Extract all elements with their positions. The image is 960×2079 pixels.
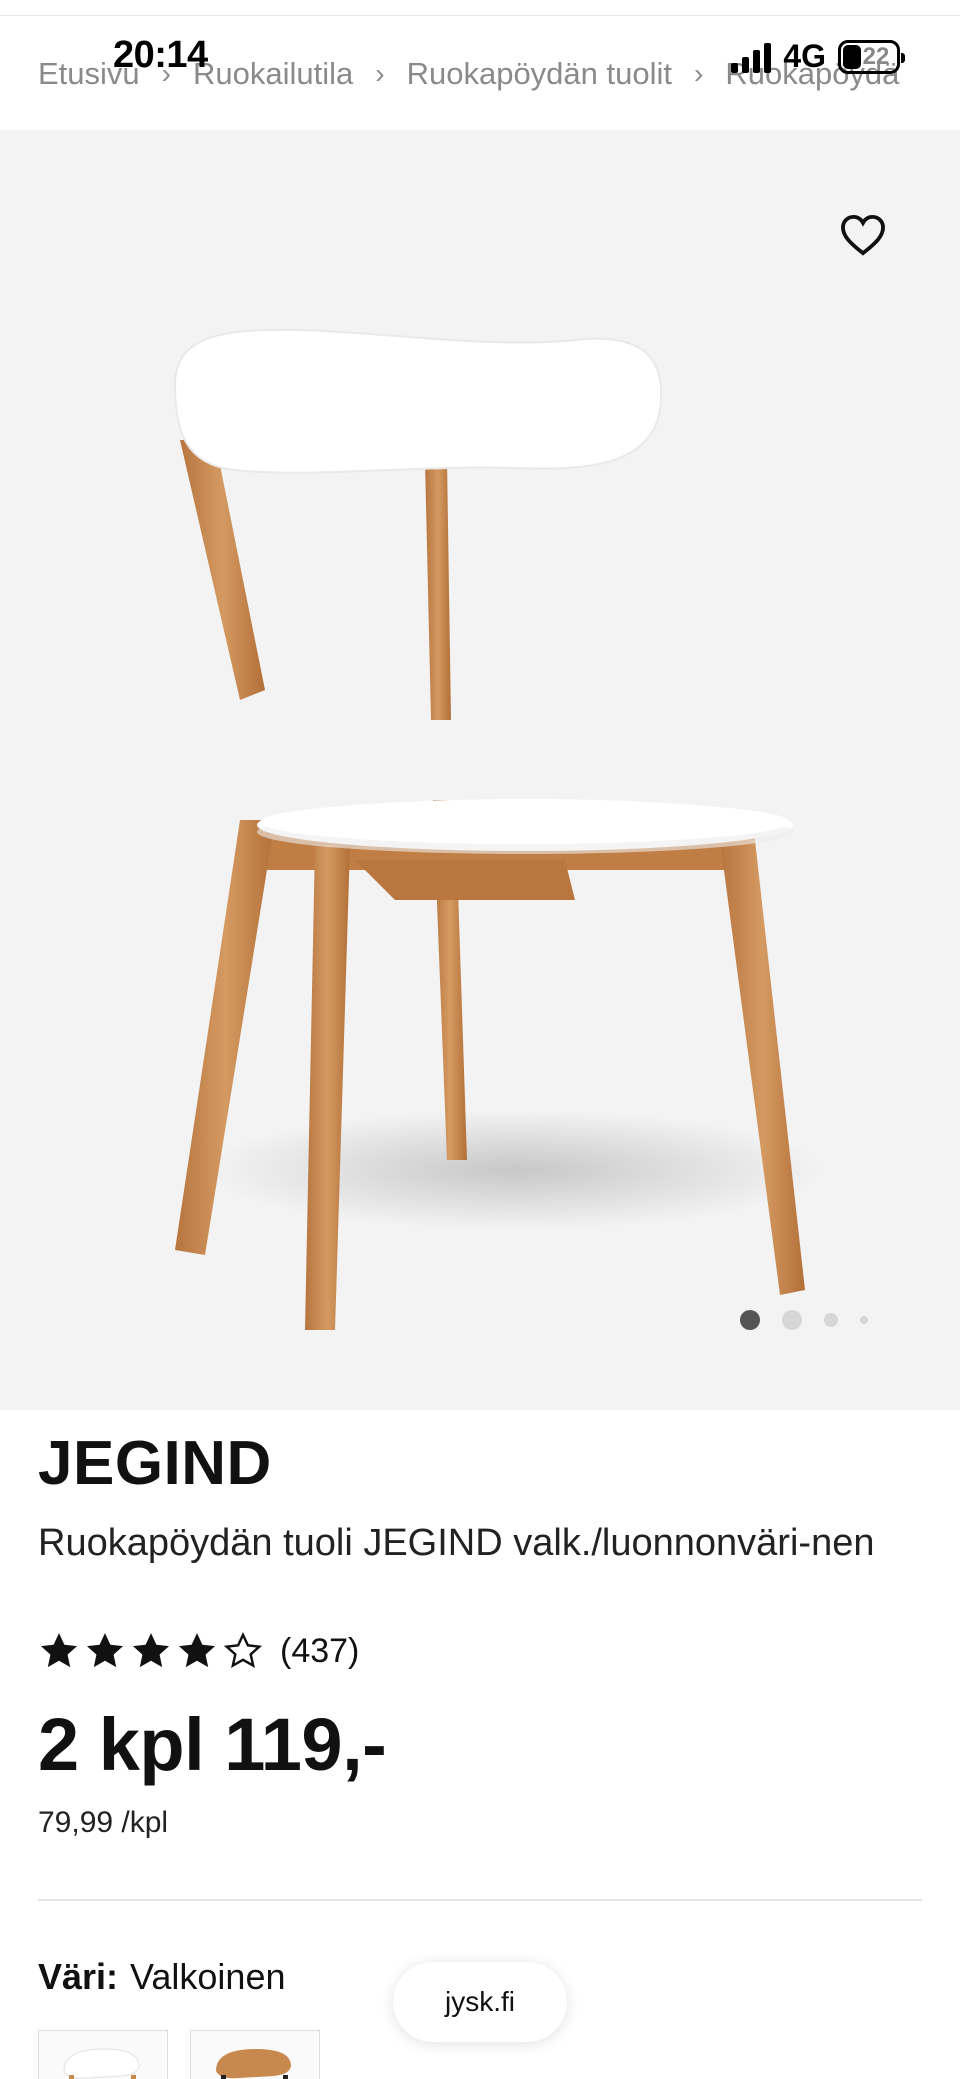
section-divider [38, 1899, 922, 1901]
chair-thumbnail-oak [216, 2049, 291, 2079]
gallery-dot[interactable] [824, 1313, 838, 1327]
star-filled-icon [86, 1633, 124, 1668]
heart-icon [841, 214, 885, 256]
product-name: Ruokapöydän tuoli JEGIND valk./luonnonvä… [38, 1522, 875, 1564]
chevron-right-icon: › [161, 58, 171, 89]
chevron-right-icon: › [694, 58, 704, 89]
breadcrumb: Etusivu › Ruokailutila › Ruokapöydän tuo… [38, 52, 960, 96]
star-filled-icon [132, 1633, 170, 1668]
product-brand: JEGIND [38, 1429, 272, 1498]
breadcrumb-home[interactable]: Etusivu [38, 56, 140, 92]
browser-url-bar[interactable]: jysk.fi [393, 1962, 567, 2042]
rating[interactable]: (437) [38, 1630, 359, 1672]
product-price: 2 kpl 119,- [38, 1703, 387, 1786]
color-swatch-white[interactable] [38, 2030, 168, 2079]
gallery-dot[interactable] [782, 1310, 802, 1330]
gallery-dot[interactable] [860, 1316, 868, 1324]
breadcrumb-dining-chairs[interactable]: Ruokapöydän tuolit [407, 56, 672, 92]
chevron-right-icon: › [375, 58, 385, 89]
breadcrumb-dining[interactable]: Ruokailutila [193, 56, 353, 92]
review-count[interactable]: (437) [280, 1632, 359, 1671]
gallery-pagination[interactable] [740, 1310, 868, 1330]
favorite-button[interactable] [832, 204, 894, 266]
unit-price: 79,99 /kpl [38, 1806, 169, 1839]
color-swatch-oak[interactable] [190, 2030, 320, 2079]
star-filled-icon [40, 1633, 78, 1668]
color-label: Väri: [38, 1956, 119, 1997]
color-selector-label: Väri: Valkoinen [38, 1956, 286, 1998]
product-image-chair [173, 328, 825, 1330]
breadcrumb-dining-tables[interactable]: Ruokapöydä [725, 56, 899, 92]
chair-thumbnail-white [63, 2048, 140, 2079]
star-filled-icon [178, 1633, 216, 1668]
breadcrumb-fade [900, 40, 960, 100]
color-swatches [38, 2030, 320, 2079]
star-empty-icon [223, 1632, 263, 1668]
color-value: Valkoinen [130, 1956, 286, 1997]
product-gallery[interactable] [0, 130, 960, 1410]
gallery-dot-active[interactable] [740, 1310, 760, 1330]
top-divider [0, 15, 960, 16]
